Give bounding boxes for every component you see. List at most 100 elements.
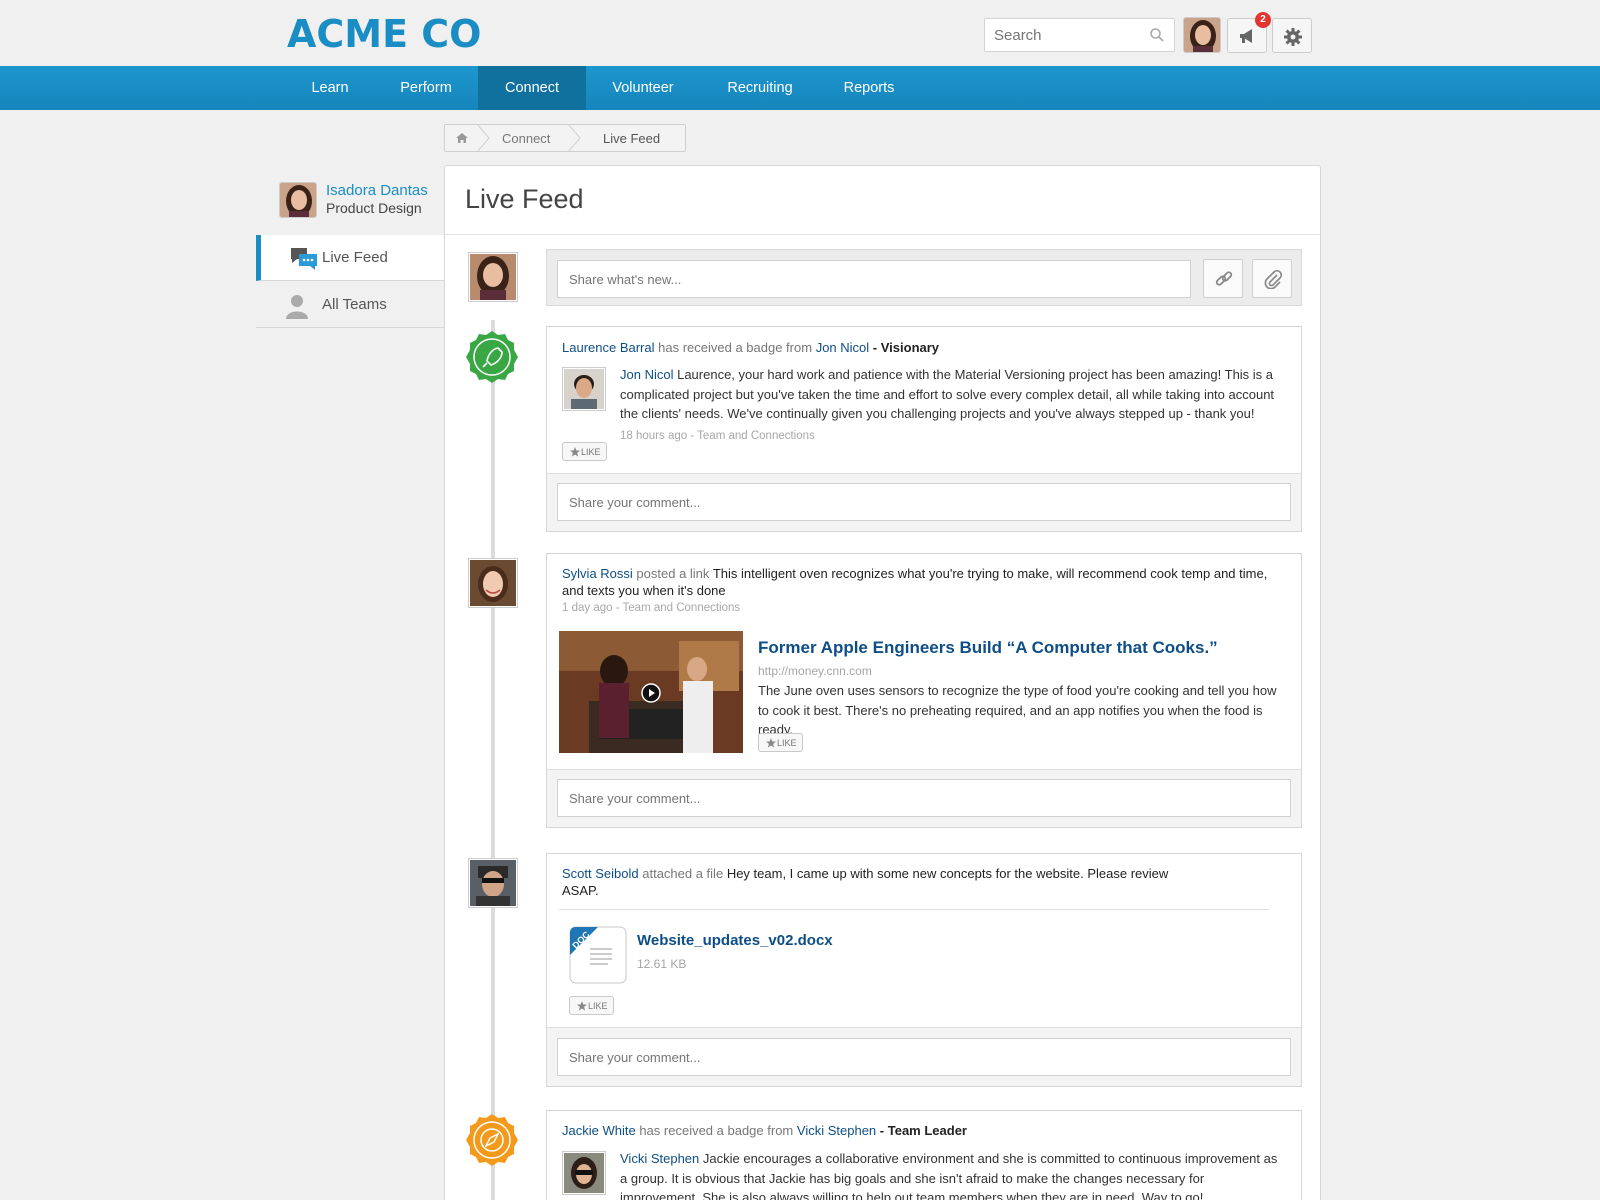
sidebar-item-live-feed[interactable]: Live Feed: [256, 235, 445, 281]
star-icon: [577, 1001, 587, 1011]
like-button[interactable]: LIKE: [569, 996, 614, 1015]
breadcrumb-connect[interactable]: Connect: [502, 131, 550, 146]
profile-avatar[interactable]: [279, 182, 317, 218]
doc-file-icon[interactable]: DOC: [568, 925, 628, 985]
file-size: 12.61 KB: [637, 957, 687, 971]
badge-name: Team Leader: [887, 1123, 967, 1138]
link-description: The June oven uses sensors to recognize …: [758, 683, 1277, 737]
nav-perform[interactable]: Perform: [384, 66, 468, 110]
comment-area: [547, 769, 1301, 827]
comment-input[interactable]: [557, 1038, 1291, 1076]
like-label: LIKE: [777, 738, 797, 748]
post-header: Jackie White has received a badge from V…: [562, 1122, 967, 1139]
notification-count-badge: 2: [1255, 12, 1271, 28]
comment-area: [547, 473, 1301, 531]
profile-role: Product Design: [326, 200, 422, 216]
user-avatar[interactable]: [1183, 17, 1221, 53]
breadcrumb-separator-icon: [567, 124, 581, 152]
star-icon: [570, 447, 580, 457]
post-message: Jon Nicol Laurence, your hard work and p…: [620, 365, 1280, 424]
breadcrumb: Connect Live Feed: [444, 124, 686, 152]
share-input[interactable]: [557, 260, 1191, 298]
star-icon: [766, 738, 776, 748]
settings-button[interactable]: [1272, 18, 1312, 53]
megaphone-icon: [1240, 29, 1252, 43]
page-title: Live Feed: [465, 184, 584, 214]
nav-connect[interactable]: Connect: [478, 66, 586, 110]
play-icon[interactable]: [641, 683, 661, 703]
avatar[interactable]: [468, 252, 518, 302]
avatar[interactable]: [468, 558, 518, 608]
nav-recruiting[interactable]: Recruiting: [714, 66, 806, 110]
dash-separator: -: [879, 1123, 885, 1138]
post-divider: [559, 909, 1269, 910]
post-actor-link[interactable]: Sylvia Rossi: [562, 566, 633, 581]
post-verb: attached a file: [642, 866, 724, 881]
like-button[interactable]: LIKE: [562, 442, 607, 461]
badge-giver-link[interactable]: Vicki Stephen: [797, 1123, 876, 1138]
nav-volunteer[interactable]: Volunteer: [598, 66, 688, 110]
badge-giver-link[interactable]: Jon Nicol: [816, 340, 869, 355]
file-name-link[interactable]: Website_updates_v02.docx: [637, 932, 833, 949]
post-text: Laurence, your hard work and patience wi…: [620, 367, 1275, 421]
like-button[interactable]: LIKE: [758, 733, 803, 752]
profile-name[interactable]: Isadora Dantas: [326, 182, 428, 199]
post-text: Jackie encourages a collaborative enviro…: [620, 1151, 1278, 1200]
breadcrumb-live-feed: Live Feed: [603, 131, 661, 146]
nav-reports[interactable]: Reports: [832, 66, 906, 110]
brand-logo[interactable]: ACME CO: [287, 12, 482, 56]
link-icon: [1215, 271, 1233, 286]
search-box[interactable]: [984, 18, 1175, 52]
avatar[interactable]: [468, 858, 518, 908]
comment-author-avatar[interactable]: [562, 367, 606, 411]
post-header: Laurence Barral has received a badge fro…: [562, 339, 939, 356]
post-verb: posted a link: [636, 566, 710, 581]
gear-icon: [1284, 28, 1302, 46]
post-meta: 1 day ago - Team and Connections: [562, 602, 741, 614]
post-actor-link[interactable]: Scott Seibold: [562, 866, 639, 881]
rocket-badge-icon: [466, 331, 518, 383]
post-actor-link[interactable]: Jackie White: [562, 1123, 636, 1138]
feed-post: Jackie White has received a badge from V…: [546, 1110, 1302, 1200]
like-label: LIKE: [588, 1001, 608, 1011]
search-input[interactable]: [985, 19, 1145, 51]
top-bar: ACME CO 2: [0, 0, 1600, 66]
sidebar-item-label: All Teams: [322, 296, 387, 313]
post-verb: has received a badge from: [639, 1123, 794, 1138]
link-url[interactable]: http://money.cnn.com: [758, 664, 872, 678]
main-nav: Learn Perform Connect Volunteer Recruiti…: [0, 66, 1600, 110]
comment-author-link[interactable]: Vicki Stephen: [620, 1151, 699, 1166]
feed-post: Scott Seibold attached a file Hey team, …: [546, 853, 1302, 1087]
title-divider: [445, 234, 1320, 235]
comment-area: [547, 1027, 1301, 1086]
post-header: Sylvia Rossi posted a link This intellig…: [562, 565, 1282, 599]
feed-post: Laurence Barral has received a badge fro…: [546, 326, 1302, 532]
post-actor-link[interactable]: Laurence Barral: [562, 340, 655, 355]
post-header: Scott Seibold attached a file Hey team, …: [562, 865, 1172, 899]
badge-name: Visionary: [880, 340, 940, 355]
dash-separator: -: [872, 340, 878, 355]
timeline-line: [491, 320, 495, 1200]
link-title[interactable]: Former Apple Engineers Build “A Computer…: [758, 638, 1288, 658]
post-verb: has received a badge from: [658, 340, 813, 355]
share-box: [546, 249, 1302, 306]
comment-author-link[interactable]: Jon Nicol: [620, 367, 673, 382]
attach-file-button[interactable]: [1252, 259, 1292, 298]
comment-input[interactable]: [557, 779, 1291, 817]
attach-link-button[interactable]: [1203, 259, 1243, 298]
comment-input[interactable]: [557, 483, 1291, 521]
search-icon[interactable]: [1149, 27, 1165, 43]
person-icon: [286, 295, 308, 319]
comment-author-avatar[interactable]: [562, 1151, 606, 1195]
video-thumbnail[interactable]: [559, 631, 743, 753]
breadcrumb-separator-icon: [476, 124, 490, 152]
home-icon[interactable]: [455, 131, 469, 145]
compass-badge-icon: [466, 1114, 518, 1166]
chat-bubbles-icon: [291, 248, 317, 270]
nav-learn[interactable]: Learn: [292, 66, 368, 110]
post-message: Vicki Stephen Jackie encourages a collab…: [620, 1149, 1280, 1200]
paperclip-icon: [1264, 269, 1283, 289]
sidebar-item-all-teams[interactable]: All Teams: [256, 282, 445, 328]
like-label: LIKE: [581, 447, 601, 457]
sidebar-item-label: Live Feed: [322, 249, 388, 266]
